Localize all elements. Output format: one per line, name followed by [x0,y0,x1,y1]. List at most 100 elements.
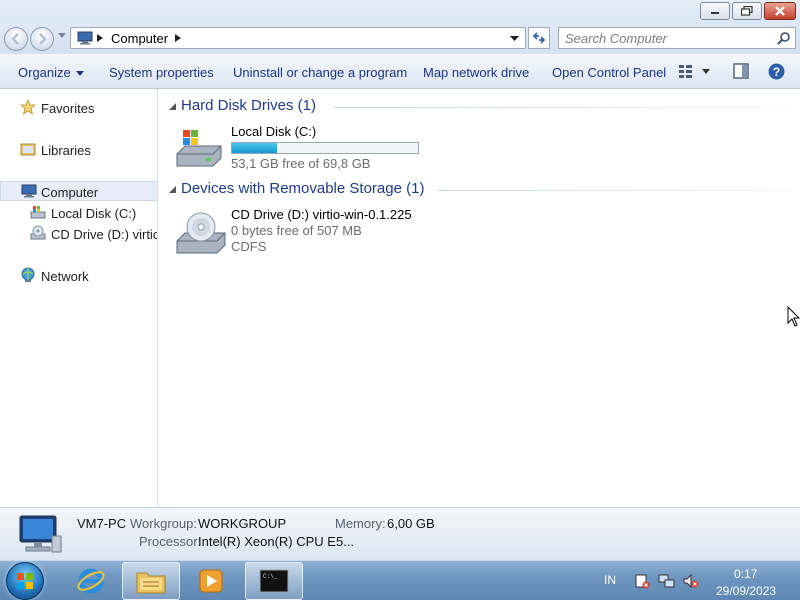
group-title-hard-disk-drives: Hard Disk Drives (1) [181,97,317,114]
cd-drive-icon [176,212,226,254]
drive-local-disk-name: Local Disk (C:) [231,124,317,139]
collapse-triangle-icon[interactable] [169,186,176,193]
windows-logo-icon [17,573,33,589]
map-network-drive-button[interactable]: Map network drive [423,65,529,80]
memory-value: 6,00 GB [387,516,435,531]
drive-local-disk[interactable]: Local Disk (C:) 53,1 GB free of 69,8 GB [175,124,475,174]
folder-icon [136,572,166,594]
nav-local-disk-label: Local Disk (C:) [51,206,137,221]
pc-name: VM7-PC [77,516,127,531]
nav-favorites-label: Favorites [41,101,95,116]
memory-label: Memory: [335,516,386,531]
start-button[interactable] [6,562,44,600]
address-row: Computer [0,24,800,54]
refresh-button[interactable] [528,27,550,49]
drive-local-disk-free: 53,1 GB free of 69,8 GB [231,156,371,171]
drive-cd-name: CD Drive (D:) virtio-win-0.1.225 [231,207,412,222]
breadcrumb-arrow-icon[interactable] [97,34,103,42]
search-icon[interactable] [777,31,791,45]
system-properties-button[interactable]: System properties [109,65,214,80]
nav-libraries[interactable]: Libraries [0,140,157,160]
group-divider [437,190,792,191]
content-pane: Hard Disk Drives (1) Local Disk (C:) 53,… [159,89,800,507]
taskbar-command-prompt[interactable]: C:\_ [245,562,303,600]
group-title-removable-storage: Devices with Removable Storage (1) [181,180,425,197]
command-prompt-icon: C:\_ [259,569,289,593]
uninstall-program-button[interactable]: Uninstall or change a program [233,65,407,80]
chevron-down-icon [75,71,84,77]
processor-value: Intel(R) Xeon(R) CPU E5... [198,534,355,549]
action-center-icon[interactable] [634,573,650,589]
group-header-hard-disk-drives[interactable]: Hard Disk Drives (1) [167,97,792,117]
clock-date[interactable]: 29/09/2023 [716,584,776,598]
hard-disk-icon [30,206,46,219]
close-button[interactable] [764,2,796,20]
star-icon [20,99,36,115]
drive-cd-filesystem: CDFS [231,239,267,254]
workgroup-label: Workgroup: [130,516,197,531]
refresh-icon [532,32,546,44]
forward-button[interactable] [30,27,54,51]
computer-icon [19,515,62,553]
svg-text:C:\_: C:\_ [263,573,278,580]
computer-icon [21,184,37,198]
preview-pane-icon[interactable] [733,63,749,79]
nav-cd-drive-label: CD Drive (D:) virtio-w [51,227,157,242]
nav-network[interactable]: Network [0,266,157,286]
address-bar[interactable]: Computer [70,27,526,49]
minimize-icon [711,12,719,14]
breadcrumb-computer[interactable]: Computer [111,31,168,46]
search-input[interactable] [565,28,765,48]
close-icon [775,6,785,16]
breadcrumb-arrow-icon[interactable] [175,34,181,42]
internet-explorer-icon [77,568,105,594]
details-pane: VM7-PC Workgroup: WORKGROUP Memory: 6,00… [0,507,800,560]
back-button[interactable] [4,27,28,51]
change-view-icon[interactable] [678,63,710,79]
drive-cd-free: 0 bytes free of 507 MB [231,223,362,238]
nav-local-disk[interactable]: Local Disk (C:) [0,203,157,223]
organize-label: Organize [18,65,71,80]
taskbar: C:\_ IN 0:17 29/09/2023 [0,560,800,600]
nav-computer[interactable]: Computer [0,181,157,201]
window-controls [698,2,796,20]
volume-muted-icon[interactable] [682,573,700,589]
command-bar: Organize System properties Uninstall or … [0,54,800,89]
help-icon[interactable]: ? [768,63,785,80]
nav-cd-drive[interactable]: CD Drive (D:) virtio-w [0,224,157,244]
minimize-button[interactable] [700,2,730,20]
computer-icon [77,31,93,45]
clock-time[interactable]: 0:17 [734,567,757,581]
workgroup-value: WORKGROUP [198,516,287,531]
cd-drive-icon [30,225,46,240]
restore-icon [741,6,753,16]
title-bar [0,0,800,24]
taskbar-media-player[interactable] [182,562,240,600]
disk-usage-fill [232,143,277,153]
language-indicator[interactable]: IN [604,573,616,587]
group-divider [333,107,792,108]
system-tray: IN 0:17 29/09/2023 [596,561,800,600]
hard-disk-icon [176,130,222,167]
collapse-triangle-icon[interactable] [169,103,176,110]
restore-button[interactable] [732,2,762,20]
group-header-removable-storage[interactable]: Devices with Removable Storage (1) [167,180,792,200]
taskbar-windows-explorer[interactable] [122,562,180,600]
navigation-pane: Favorites Libraries Computer Local Disk … [0,89,158,507]
open-control-panel-button[interactable]: Open Control Panel [552,65,666,80]
drive-cd[interactable]: CD Drive (D:) virtio-win-0.1.225 0 bytes… [175,207,475,257]
search-box[interactable] [558,27,796,49]
address-dropdown-icon[interactable] [510,36,519,42]
nav-computer-label: Computer [41,185,99,200]
nav-favorites[interactable]: Favorites [0,98,157,118]
network-status-icon[interactable] [658,573,676,589]
media-player-icon [199,569,223,593]
recent-pages-dropdown-icon[interactable] [58,33,66,39]
disk-usage-bar [231,142,419,154]
svg-text:?: ? [773,65,780,79]
back-arrow-icon [11,33,19,45]
processor-label: Processor: [139,534,202,549]
organize-menu[interactable]: Organize [18,65,84,80]
taskbar-internet-explorer[interactable] [62,562,120,600]
nav-libraries-label: Libraries [41,143,91,158]
